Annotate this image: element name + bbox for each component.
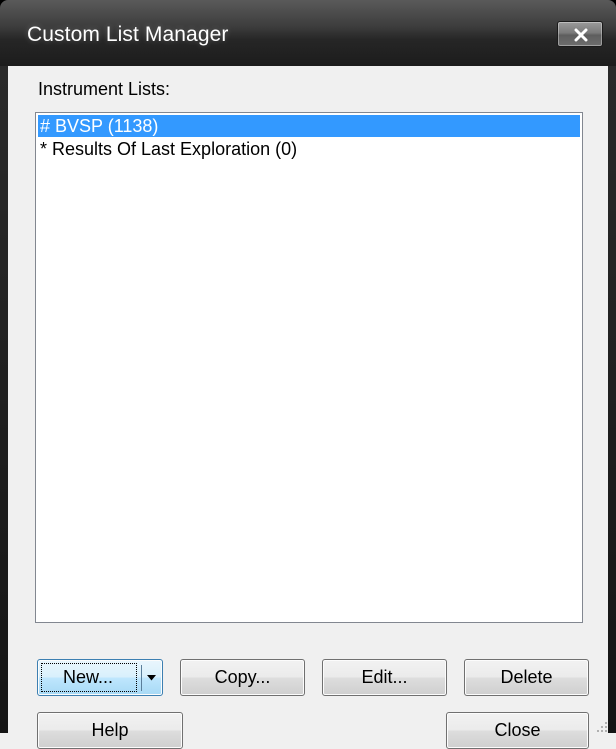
window-title: Custom List Manager [27, 23, 229, 46]
list-item[interactable]: * Results Of Last Exploration (0) [38, 138, 580, 160]
title-bar[interactable]: Custom List Manager [0, 0, 616, 66]
window-frame-right [608, 66, 616, 733]
new-split-button[interactable]: New... [37, 659, 163, 696]
dialog-client-area: Instrument Lists: # BVSP (1138) * Result… [8, 66, 608, 749]
window-frame-left [0, 66, 8, 733]
instrument-lists-label: Instrument Lists: [38, 79, 171, 99]
window-close-button[interactable] [557, 21, 603, 47]
resize-grip-icon[interactable] [596, 721, 608, 733]
close-icon [574, 28, 588, 42]
list-item[interactable]: # BVSP (1138) [38, 115, 580, 137]
new-button-label: New... [62, 667, 114, 687]
custom-list-manager-window: Custom List Manager Instrument Lists: # … [0, 0, 616, 749]
copy-button[interactable]: Copy... [180, 659, 305, 696]
dropdown-arrow-icon[interactable] [147, 675, 156, 681]
instrument-lists-listbox[interactable]: # BVSP (1138) * Results Of Last Explorat… [35, 112, 583, 623]
split-separator [141, 665, 142, 691]
close-button[interactable]: Close [446, 712, 589, 749]
help-button[interactable]: Help [37, 712, 183, 749]
edit-button[interactable]: Edit... [322, 659, 447, 696]
delete-button[interactable]: Delete [464, 659, 589, 696]
